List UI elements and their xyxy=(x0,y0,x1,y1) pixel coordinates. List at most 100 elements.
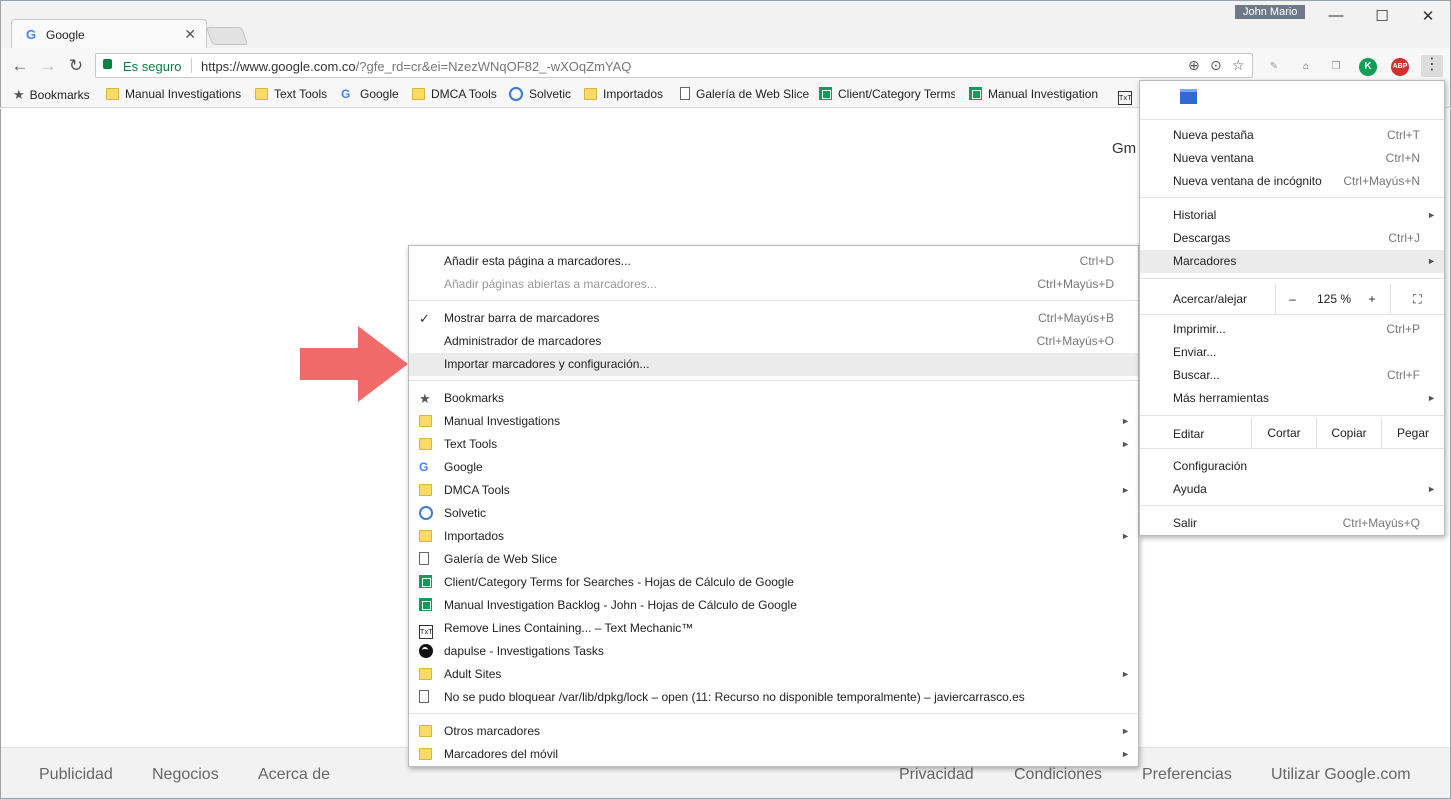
footer-link-preferences[interactable]: Preferencias xyxy=(1142,766,1232,784)
bookmarks-bar-label: Solvetic xyxy=(529,87,572,101)
minimize-button[interactable]: — xyxy=(1321,7,1351,24)
title-bar: G Google ✕ John Mario — ☐ ✕ xyxy=(0,0,1451,49)
adblock-icon[interactable]: ABP xyxy=(1391,58,1409,76)
menu-item-find[interactable]: Buscar... Ctrl+F xyxy=(1140,364,1444,387)
bookmark-folder[interactable]: Text Tools ► xyxy=(409,433,1138,456)
folder-icon xyxy=(419,668,432,680)
zoom-in-button[interactable]: + xyxy=(1359,284,1385,314)
chrome-menu-icon[interactable]: ⋮ xyxy=(1421,55,1443,77)
menu-item-more-tools[interactable]: Más herramientas ► xyxy=(1140,387,1444,410)
extension-cube-icon[interactable] xyxy=(1180,89,1197,104)
cut-button[interactable]: Cortar xyxy=(1251,418,1316,448)
bookmarks-bar-item[interactable]: Client/Category Terms xyxy=(819,87,955,101)
bookmark-folder[interactable]: Manual Investigations ► xyxy=(409,410,1138,433)
maximize-button[interactable]: ☐ xyxy=(1367,7,1397,25)
bookmark-folder-other[interactable]: Otros marcadores ► xyxy=(409,720,1138,743)
back-arrow-icon[interactable]: ← xyxy=(9,56,31,76)
bookmarks-bar-item[interactable]: Galería de Web Slice xyxy=(680,87,809,101)
fullscreen-icon[interactable]: ⛶ xyxy=(1390,284,1444,314)
menu-shortcut: Ctrl+D xyxy=(1079,254,1114,268)
menu-item-new-window[interactable]: Nueva ventana Ctrl+N xyxy=(1140,147,1444,170)
menu-item-history[interactable]: Historial ► xyxy=(1140,204,1444,227)
bookmark-item[interactable]: dapulse - Investigations Tasks xyxy=(409,640,1138,663)
forward-arrow-icon[interactable]: → xyxy=(37,56,59,76)
bookmarks-bar-item[interactable]: TxT xyxy=(1118,87,1138,105)
copy-button[interactable]: Copiar xyxy=(1316,418,1381,448)
bookmarks-bar-item[interactable]: ★ Bookmarks xyxy=(13,87,90,103)
bookmarks-bar-item[interactable]: G Google xyxy=(341,87,399,101)
submenu-arrow-icon: ► xyxy=(1121,531,1130,541)
google-icon: G xyxy=(419,460,429,474)
tab-title: Google xyxy=(46,28,85,42)
menu-item-show-bookmarks-bar[interactable]: ✓ Mostrar barra de marcadores Ctrl+Mayús… xyxy=(409,307,1138,330)
menu-item-add-bookmark[interactable]: Añadir esta página a marcadores... Ctrl+… xyxy=(409,250,1138,273)
menu-item-help[interactable]: Ayuda ► xyxy=(1140,478,1444,501)
extension-brush-icon[interactable]: ✎ xyxy=(1265,58,1283,76)
footer-link-use-google-com[interactable]: Utilizar Google.com xyxy=(1271,766,1411,784)
secure-label: Es seguro xyxy=(123,59,182,74)
tab-close-icon[interactable]: ✕ xyxy=(184,26,196,43)
bookmarks-bar-item[interactable]: Manual Investigation xyxy=(969,87,1103,101)
bookmark-folder[interactable]: DMCA Tools ► xyxy=(409,479,1138,502)
menu-item-add-open-pages[interactable]: Añadir páginas abiertas a marcadores... … xyxy=(409,273,1138,296)
bookmark-item[interactable]: Galería de Web Slice xyxy=(409,548,1138,571)
address-bar[interactable]: Es seguro https://www.google.com.co/?gfe… xyxy=(95,53,1253,78)
menu-item-incognito[interactable]: Nueva ventana de incógnito Ctrl+Mayús+N xyxy=(1140,170,1444,193)
menu-item-new-tab[interactable]: Nueva pestaña Ctrl+T xyxy=(1140,124,1444,147)
bookmarks-bar-item[interactable]: Text Tools xyxy=(255,87,327,101)
profile-badge[interactable]: John Mario xyxy=(1235,5,1306,19)
bookmark-folder[interactable]: Adult Sites ► xyxy=(409,663,1138,686)
menu-item-import-bookmarks[interactable]: Importar marcadores y configuración... xyxy=(409,353,1138,376)
bookmark-item[interactable]: Solvetic xyxy=(409,502,1138,525)
menu-item-cast[interactable]: Enviar... xyxy=(1140,341,1444,364)
location-icon[interactable]: ⊕ xyxy=(1188,57,1200,74)
browser-tab[interactable]: G Google ✕ xyxy=(11,19,207,49)
reload-icon[interactable]: ↻ xyxy=(65,56,87,76)
menu-item-label: No se pudo bloquear /var/lib/dpkg/lock –… xyxy=(444,690,1025,704)
menu-item-downloads[interactable]: Descargas Ctrl+J xyxy=(1140,227,1444,250)
footer-link-privacy[interactable]: Privacidad xyxy=(899,766,974,784)
new-tab-button[interactable] xyxy=(205,27,249,45)
bookmark-item[interactable]: TxT Remove Lines Containing... – Text Mec… xyxy=(409,617,1138,640)
bookmark-star-icon[interactable]: ☆ xyxy=(1232,57,1245,74)
gmail-link[interactable]: Gm xyxy=(1112,140,1136,157)
menu-item-settings[interactable]: Configuración xyxy=(1140,455,1444,478)
bookmark-item[interactable]: No se pudo bloquear /var/lib/dpkg/lock –… xyxy=(409,686,1138,709)
zoom-icon[interactable]: ⊙ xyxy=(1210,57,1222,74)
menu-item-print[interactable]: Imprimir... Ctrl+P xyxy=(1140,318,1444,341)
bookmarks-bar-item[interactable]: Importados xyxy=(584,87,663,101)
bookmark-item[interactable]: Manual Investigation Backlog - John - Ho… xyxy=(409,594,1138,617)
bookmarks-bar-item[interactable]: Solvetic xyxy=(509,87,571,101)
bookmarks-bar-item[interactable]: Manual Investigations xyxy=(106,87,241,101)
menu-item-label: Ayuda xyxy=(1173,482,1207,496)
extension-copy-icon[interactable]: ❐ xyxy=(1327,58,1345,76)
menu-shortcut: Ctrl+Mayús+B xyxy=(1037,311,1114,325)
bookmark-item[interactable]: ★ Bookmarks xyxy=(409,387,1138,410)
lock-icon xyxy=(103,59,112,69)
menu-item-bookmarks[interactable]: Marcadores ► xyxy=(1140,250,1444,273)
extension-k-icon[interactable]: K xyxy=(1359,58,1377,76)
bookmark-item[interactable]: G Google xyxy=(409,456,1138,479)
close-window-button[interactable]: ✕ xyxy=(1413,7,1443,25)
bookmark-folder[interactable]: Importados ► xyxy=(409,525,1138,548)
menu-item-bookmark-manager[interactable]: Administrador de marcadores Ctrl+Mayús+O xyxy=(409,330,1138,353)
paste-button[interactable]: Pegar xyxy=(1381,418,1444,448)
menu-item-label: Administrador de marcadores xyxy=(444,334,602,348)
edit-label: Editar xyxy=(1173,427,1205,441)
footer-link-terms[interactable]: Condiciones xyxy=(1014,766,1102,784)
bookmarks-bar-item[interactable]: DMCA Tools xyxy=(412,87,497,101)
zoom-out-button[interactable]: – xyxy=(1275,284,1309,314)
extension-hat-icon[interactable]: ⌂ xyxy=(1297,58,1315,76)
footer-link-business[interactable]: Negocios xyxy=(152,766,219,784)
footer-link-about[interactable]: Acerca de xyxy=(258,766,330,784)
footer-link-advertising[interactable]: Publicidad xyxy=(39,766,113,784)
page-icon xyxy=(680,87,690,100)
folder-icon xyxy=(419,725,432,737)
menu-shortcut: Ctrl+Mayús+N xyxy=(1343,174,1420,188)
url-text[interactable]: https://www.google.com.co/?gfe_rd=cr&ei=… xyxy=(201,59,631,74)
bookmarks-bar-label: Manual Investigation xyxy=(988,87,1099,101)
menu-item-exit[interactable]: Salir Ctrl+Mayús+Q xyxy=(1140,512,1444,535)
bookmark-folder-mobile[interactable]: Marcadores del móvil ► xyxy=(409,743,1138,766)
bookmark-item[interactable]: Client/Category Terms for Searches - Hoj… xyxy=(409,571,1138,594)
submenu-arrow-icon: ► xyxy=(1427,393,1436,403)
